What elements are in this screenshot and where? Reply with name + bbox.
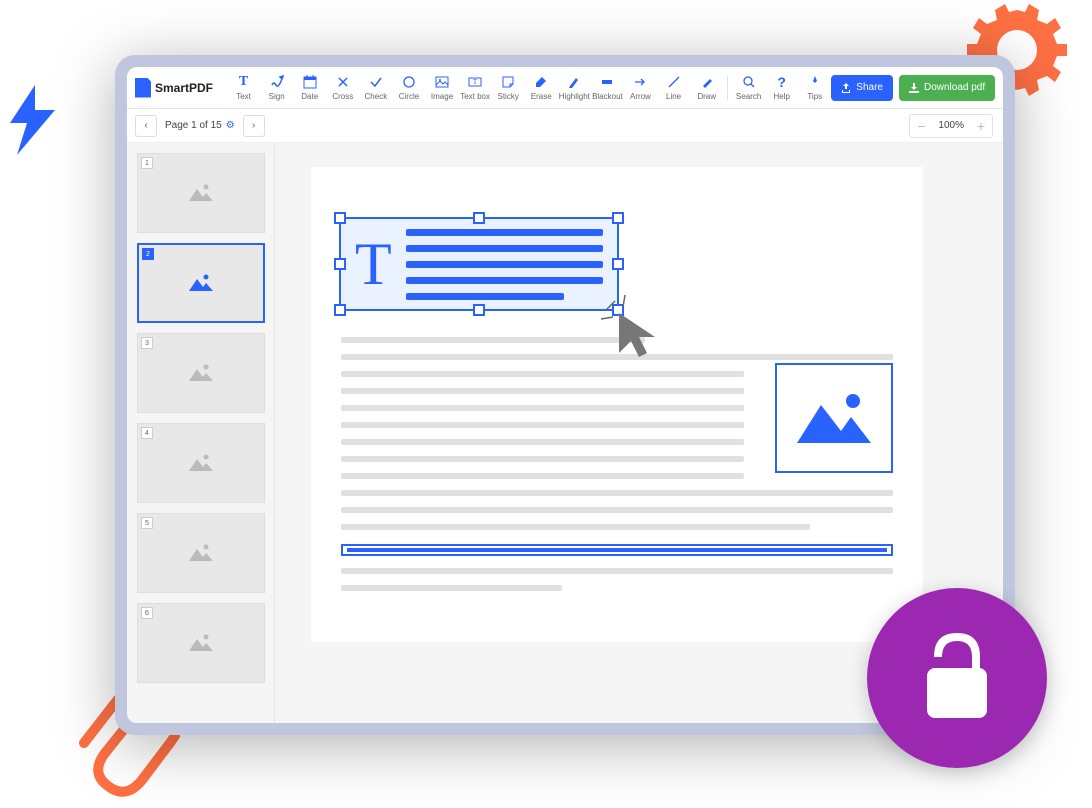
tool-tips[interactable]: Tips xyxy=(798,67,831,109)
image-placeholder-icon xyxy=(186,631,216,655)
workspace: 1 2 3 4 5 6 T xyxy=(127,143,1003,723)
download-icon xyxy=(909,83,919,93)
image-placeholder-icon xyxy=(186,361,216,385)
text-icon: T xyxy=(239,74,248,90)
page-indicator: Page 1 of 15 ⚙ xyxy=(165,120,235,131)
page-thumbnail[interactable]: 6 xyxy=(137,603,265,683)
page-settings-icon[interactable]: ⚙ xyxy=(226,120,235,131)
erase-icon xyxy=(534,74,548,90)
prev-page-button[interactable]: ‹ xyxy=(135,115,157,137)
tool-circle[interactable]: Circle xyxy=(392,67,425,109)
tool-search[interactable]: Search xyxy=(732,67,765,109)
app-name: SmartPDF xyxy=(155,81,213,95)
cross-icon xyxy=(336,74,350,90)
circle-icon xyxy=(402,74,416,90)
resize-handle[interactable] xyxy=(473,304,485,316)
resize-handle[interactable] xyxy=(334,304,346,316)
document-page[interactable]: T xyxy=(311,167,923,642)
line-icon xyxy=(667,74,681,90)
selected-text-box[interactable]: T xyxy=(339,217,619,311)
subbar: ‹ Page 1 of 15 ⚙ › − 100% + xyxy=(127,109,1003,143)
tool-arrow[interactable]: Arrow xyxy=(624,67,657,109)
page-thumbnail[interactable]: 3 xyxy=(137,333,265,413)
blackout-icon xyxy=(600,74,614,90)
tool-text[interactable]: T Text xyxy=(227,67,260,109)
resize-handle[interactable] xyxy=(473,212,485,224)
draw-icon xyxy=(700,74,714,90)
tool-erase[interactable]: Erase xyxy=(525,67,558,109)
image-placeholder-icon xyxy=(789,383,879,453)
tool-help[interactable]: ? Help xyxy=(765,67,798,109)
image-placeholder-icon xyxy=(186,451,216,475)
page-thumbnail[interactable]: 2 xyxy=(137,243,265,323)
resize-handle[interactable] xyxy=(612,212,624,224)
calendar-icon xyxy=(303,74,317,90)
text-glyph: T xyxy=(355,234,392,294)
toolbar: SmartPDF T Text Sign Date Cross Check Ci… xyxy=(127,67,1003,109)
tool-sticky[interactable]: Sticky xyxy=(492,67,525,109)
resize-handle[interactable] xyxy=(334,212,346,224)
tool-line[interactable]: Line xyxy=(657,67,690,109)
image-placeholder-icon xyxy=(186,181,216,205)
share-icon xyxy=(841,83,851,93)
tool-draw[interactable]: Draw xyxy=(690,67,723,109)
tool-image[interactable]: Image xyxy=(425,67,458,109)
resize-handle[interactable] xyxy=(612,258,624,270)
tool-date[interactable]: Date xyxy=(293,67,326,109)
zoom-control: − 100% + xyxy=(909,114,993,138)
logo-icon xyxy=(135,78,151,98)
image-placeholder-icon xyxy=(186,541,216,565)
app-logo: SmartPDF xyxy=(135,78,213,98)
search-icon xyxy=(742,74,756,90)
resize-handle[interactable] xyxy=(612,304,624,316)
help-icon: ? xyxy=(777,74,786,90)
tool-check[interactable]: Check xyxy=(359,67,392,109)
arrow-icon xyxy=(633,74,647,90)
next-page-button[interactable]: › xyxy=(243,115,265,137)
tool-blackout[interactable]: Blackout xyxy=(591,67,624,109)
embedded-image[interactable] xyxy=(775,363,893,473)
download-button[interactable]: Download pdf xyxy=(899,75,995,101)
tool-highlight[interactable]: Highlight xyxy=(558,67,591,109)
svg-text:T: T xyxy=(473,78,478,86)
tips-icon xyxy=(808,74,822,90)
sticky-icon xyxy=(501,74,515,90)
zoom-value: 100% xyxy=(932,120,970,131)
tool-cross[interactable]: Cross xyxy=(326,67,359,109)
zoom-in-button[interactable]: + xyxy=(970,115,992,137)
highlighted-line[interactable] xyxy=(341,544,893,556)
thumbnail-sidebar[interactable]: 1 2 3 4 5 6 xyxy=(127,143,275,723)
tool-textbox[interactable]: T Text box xyxy=(459,67,492,109)
share-button[interactable]: Share xyxy=(831,75,893,101)
sign-icon xyxy=(270,74,284,90)
image-placeholder-icon xyxy=(186,271,216,295)
unlock-icon xyxy=(917,633,997,723)
image-icon xyxy=(435,74,449,90)
tool-sign[interactable]: Sign xyxy=(260,67,293,109)
zoom-out-button[interactable]: − xyxy=(910,115,932,137)
page-thumbnail[interactable]: 1 xyxy=(137,153,265,233)
page-thumbnail[interactable]: 4 xyxy=(137,423,265,503)
decorative-lightning-icon xyxy=(5,85,60,155)
page-thumbnail[interactable]: 5 xyxy=(137,513,265,593)
highlight-icon xyxy=(567,74,581,90)
check-icon xyxy=(369,74,383,90)
textbox-icon: T xyxy=(468,74,482,90)
unlock-badge xyxy=(867,588,1047,768)
page-navigation: ‹ Page 1 of 15 ⚙ › xyxy=(127,115,275,137)
resize-handle[interactable] xyxy=(334,258,346,270)
